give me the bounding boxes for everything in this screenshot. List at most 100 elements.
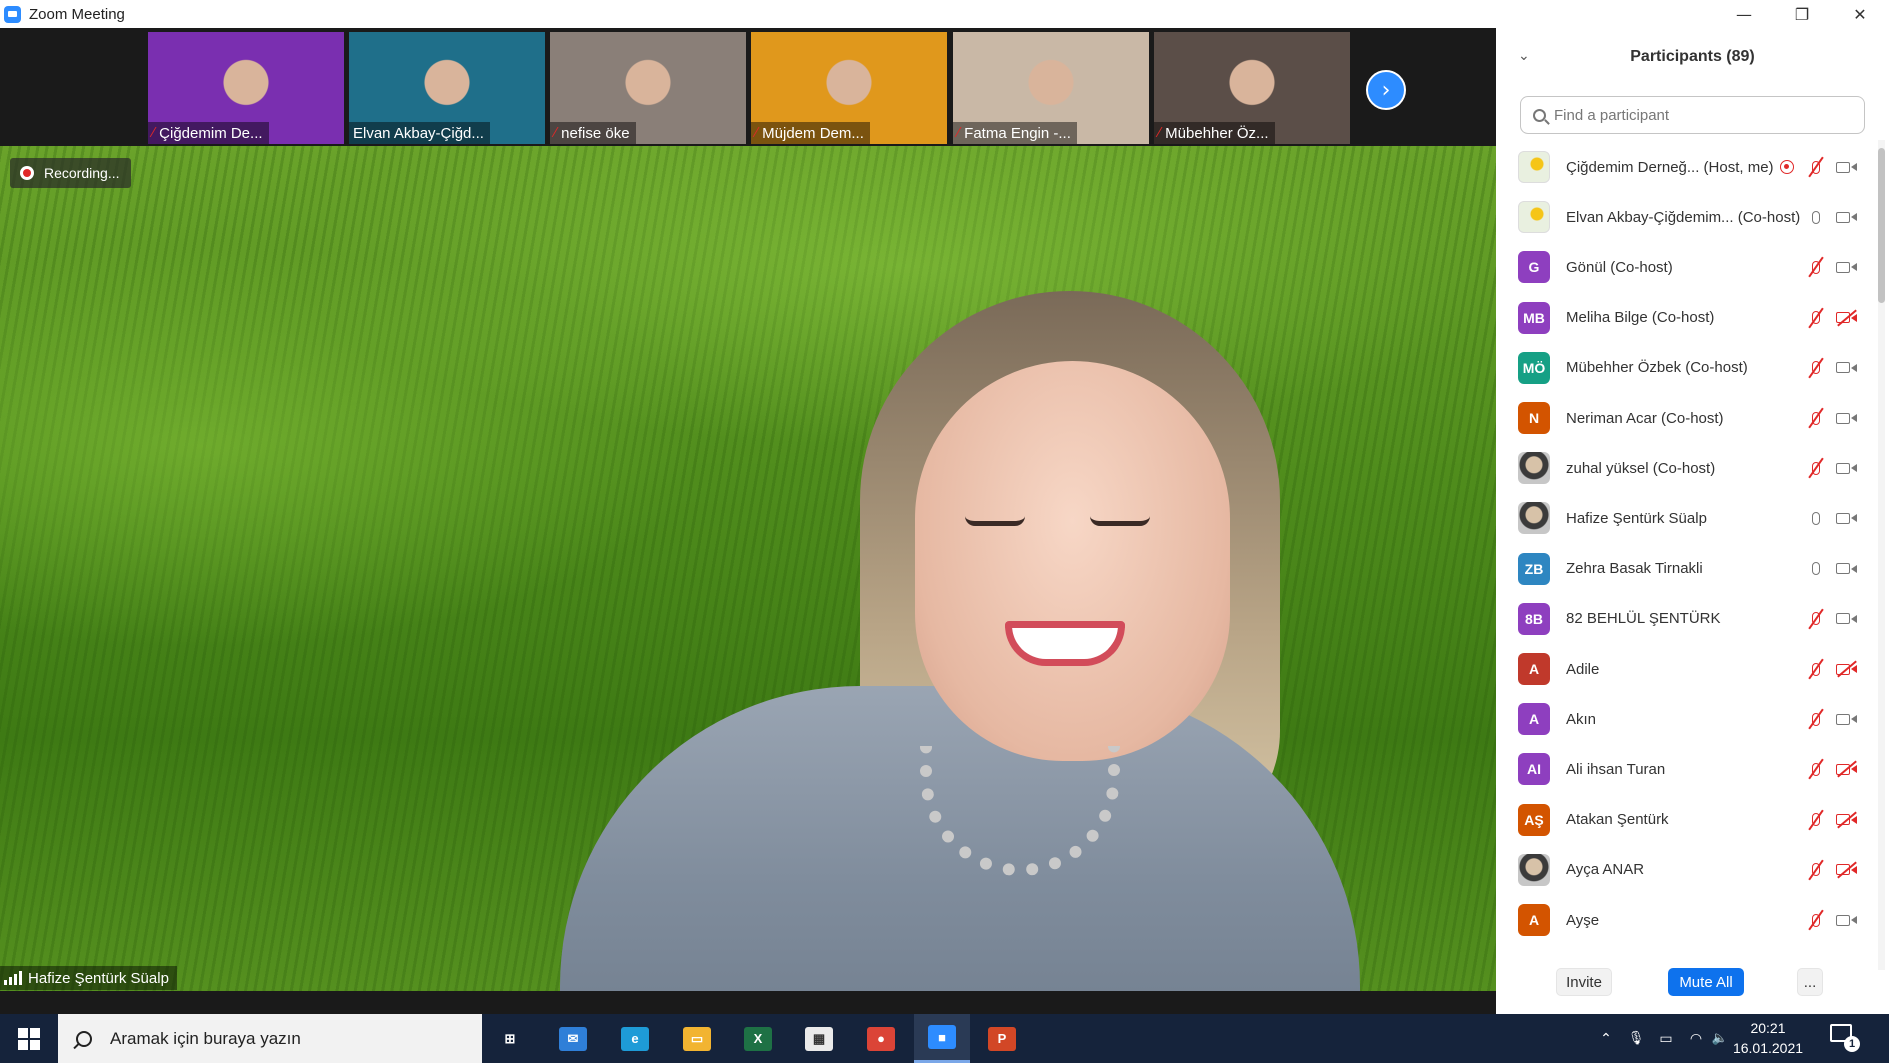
camera-icon[interactable]: [1836, 708, 1858, 730]
mic-muted-icon[interactable]: [1805, 708, 1827, 730]
scrollbar-thumb[interactable]: [1878, 148, 1885, 303]
participant-row[interactable]: 8B 82 BEHLÜL ŞENTÜRK: [1496, 594, 1876, 644]
excel-taskbar-button[interactable]: X: [730, 1014, 786, 1063]
participant-avatar: 8B: [1518, 602, 1550, 635]
chrome-taskbar-button[interactable]: ●: [853, 1014, 909, 1063]
zoom-taskbar-button[interactable]: ■: [914, 1014, 970, 1063]
participant-avatar: N: [1518, 402, 1550, 434]
participant-row[interactable]: zuhal yüksel (Co-host): [1496, 443, 1876, 493]
participant-row[interactable]: Ayça ANAR: [1496, 845, 1876, 895]
participant-row[interactable]: Çiğdemim Derneğ... (Host, me): [1496, 142, 1876, 192]
mic-muted-icon[interactable]: [1805, 357, 1827, 379]
participant-thumbnail[interactable]: Elvan Akbay-Çiğd...: [349, 32, 545, 144]
chevron-right-icon: ›: [1381, 77, 1391, 103]
mic-muted-icon[interactable]: [1805, 608, 1827, 630]
participants-panel: ⌄ Participants (89) Çiğdemim Derneğ... (…: [1496, 28, 1889, 1014]
thumbnail-name: Çiğdemim De...: [159, 124, 263, 142]
minimize-button[interactable]: —: [1715, 0, 1773, 28]
notification-center-button[interactable]: 1: [1830, 1024, 1860, 1052]
participants-header: ⌄ Participants (89): [1496, 28, 1889, 86]
participant-thumbnail[interactable]: ⁄ Çiğdemim De...: [148, 32, 344, 144]
participant-row[interactable]: G Gönül (Co-host): [1496, 242, 1876, 292]
mute-all-button[interactable]: Mute All: [1668, 968, 1744, 996]
battery-icon[interactable]: ▭: [1652, 1014, 1680, 1063]
powerpoint-taskbar-button[interactable]: P: [974, 1014, 1030, 1063]
participant-avatar: A: [1518, 904, 1550, 936]
taskbar-clock[interactable]: 20:21 16.01.2021: [1726, 1018, 1810, 1058]
camera-icon[interactable]: [1836, 608, 1858, 630]
participant-row[interactable]: MB Meliha Bilge (Co-host): [1496, 293, 1876, 343]
mic-muted-icon[interactable]: [1805, 256, 1827, 278]
task-view-taskbar-button[interactable]: ⊞: [482, 1014, 538, 1063]
participant-row[interactable]: Hafize Şentürk Süalp: [1496, 493, 1876, 543]
participant-row[interactable]: AI Ali ihsan Turan: [1496, 744, 1876, 794]
edge-taskbar-button[interactable]: e: [607, 1014, 663, 1063]
camera-icon[interactable]: [1836, 507, 1858, 529]
file-explorer-taskbar-button[interactable]: ▭: [669, 1014, 725, 1063]
next-page-button[interactable]: ›: [1366, 70, 1406, 110]
participant-name: Ayşe: [1566, 911, 1600, 929]
camera-icon[interactable]: [1836, 256, 1858, 278]
camera-icon[interactable]: [1836, 357, 1858, 379]
edge-icon: e: [621, 1026, 649, 1051]
microphone-icon[interactable]: [1805, 507, 1827, 529]
mic-muted-icon[interactable]: [1805, 457, 1827, 479]
mic-muted-icon[interactable]: [1805, 909, 1827, 931]
microphone-tray-icon[interactable]: 🎙: [1622, 1014, 1650, 1063]
thumbnail-strip: ⁄ Çiğdemim De... Elvan Akbay-Çiğd... ⁄ nefis…: [0, 28, 1496, 146]
participant-thumbnail[interactable]: ⁄ Fatma Engin -...: [953, 32, 1149, 144]
participant-row[interactable]: N Neriman Acar (Co-host): [1496, 393, 1876, 443]
more-options-button[interactable]: ...: [1797, 968, 1823, 996]
restore-button[interactable]: ❐: [1773, 0, 1831, 28]
mic-muted-icon[interactable]: [1805, 758, 1827, 780]
invite-button[interactable]: Invite: [1556, 968, 1612, 996]
camera-icon[interactable]: [1836, 558, 1858, 580]
participant-row[interactable]: ZB Zehra Basak Tirnakli: [1496, 544, 1876, 594]
search-icon: [1533, 108, 1546, 122]
mic-muted-icon[interactable]: [1805, 809, 1827, 831]
tray-chevron-icon[interactable]: ⌃: [1592, 1014, 1620, 1063]
camera-icon[interactable]: [1836, 457, 1858, 479]
participant-row[interactable]: Elvan Akbay-Çiğdemim... (Co-host): [1496, 192, 1876, 242]
start-button[interactable]: [0, 1014, 58, 1063]
active-speaker-video[interactable]: [0, 146, 1496, 991]
participant-row[interactable]: AŞ Atakan Şentürk: [1496, 795, 1876, 845]
camera-off-icon[interactable]: [1836, 809, 1858, 831]
mail-taskbar-button[interactable]: ✉: [545, 1014, 601, 1063]
taskbar-search[interactable]: Aramak için buraya yazın: [58, 1014, 482, 1063]
participant-thumbnail[interactable]: ⁄ nefise öke: [550, 32, 746, 144]
camera-icon[interactable]: [1836, 909, 1858, 931]
camera-off-icon[interactable]: [1836, 859, 1858, 881]
participant-name: Hafize Şentürk Süalp: [1566, 509, 1707, 527]
file-explorer-icon: ▭: [683, 1026, 711, 1051]
microphone-icon[interactable]: [1805, 206, 1827, 228]
participant-row[interactable]: A Akın: [1496, 694, 1876, 744]
participant-row[interactable]: A Ayşe: [1496, 895, 1876, 945]
camera-icon[interactable]: [1836, 206, 1858, 228]
mic-muted-icon[interactable]: [1805, 156, 1827, 178]
camera-off-icon[interactable]: [1836, 307, 1858, 329]
participant-avatar: MB: [1518, 301, 1550, 334]
microphone-icon[interactable]: [1805, 558, 1827, 580]
wifi-icon[interactable]: ◠: [1682, 1014, 1710, 1063]
camera-icon[interactable]: [1836, 156, 1858, 178]
store-taskbar-button[interactable]: ▦: [791, 1014, 847, 1063]
close-button[interactable]: ✕: [1831, 0, 1889, 28]
participant-thumbnail[interactable]: ⁄ Müjdem Dem...: [751, 32, 947, 144]
participant-list-scrollbar[interactable]: [1878, 140, 1885, 970]
mic-muted-icon[interactable]: [1805, 859, 1827, 881]
camera-off-icon[interactable]: [1836, 658, 1858, 680]
participant-thumbnail[interactable]: ⁄ Mübehher Öz...: [1154, 32, 1350, 144]
camera-off-icon[interactable]: [1836, 758, 1858, 780]
participant-row[interactable]: MÖ Mübehher Özbek (Co-host): [1496, 343, 1876, 393]
participant-row[interactable]: A Adile: [1496, 644, 1876, 694]
mic-muted-icon[interactable]: [1805, 658, 1827, 680]
chevron-down-icon[interactable]: ⌄: [1518, 48, 1530, 64]
camera-icon[interactable]: [1836, 407, 1858, 429]
recording-indicator[interactable]: Recording...: [10, 158, 132, 188]
mic-muted-icon[interactable]: [1805, 307, 1827, 329]
participant-search-input[interactable]: [1554, 106, 1854, 124]
participant-search[interactable]: [1520, 96, 1865, 134]
participant-name: 82 BEHLÜL ŞENTÜRK: [1566, 610, 1721, 628]
mic-muted-icon[interactable]: [1805, 407, 1827, 429]
